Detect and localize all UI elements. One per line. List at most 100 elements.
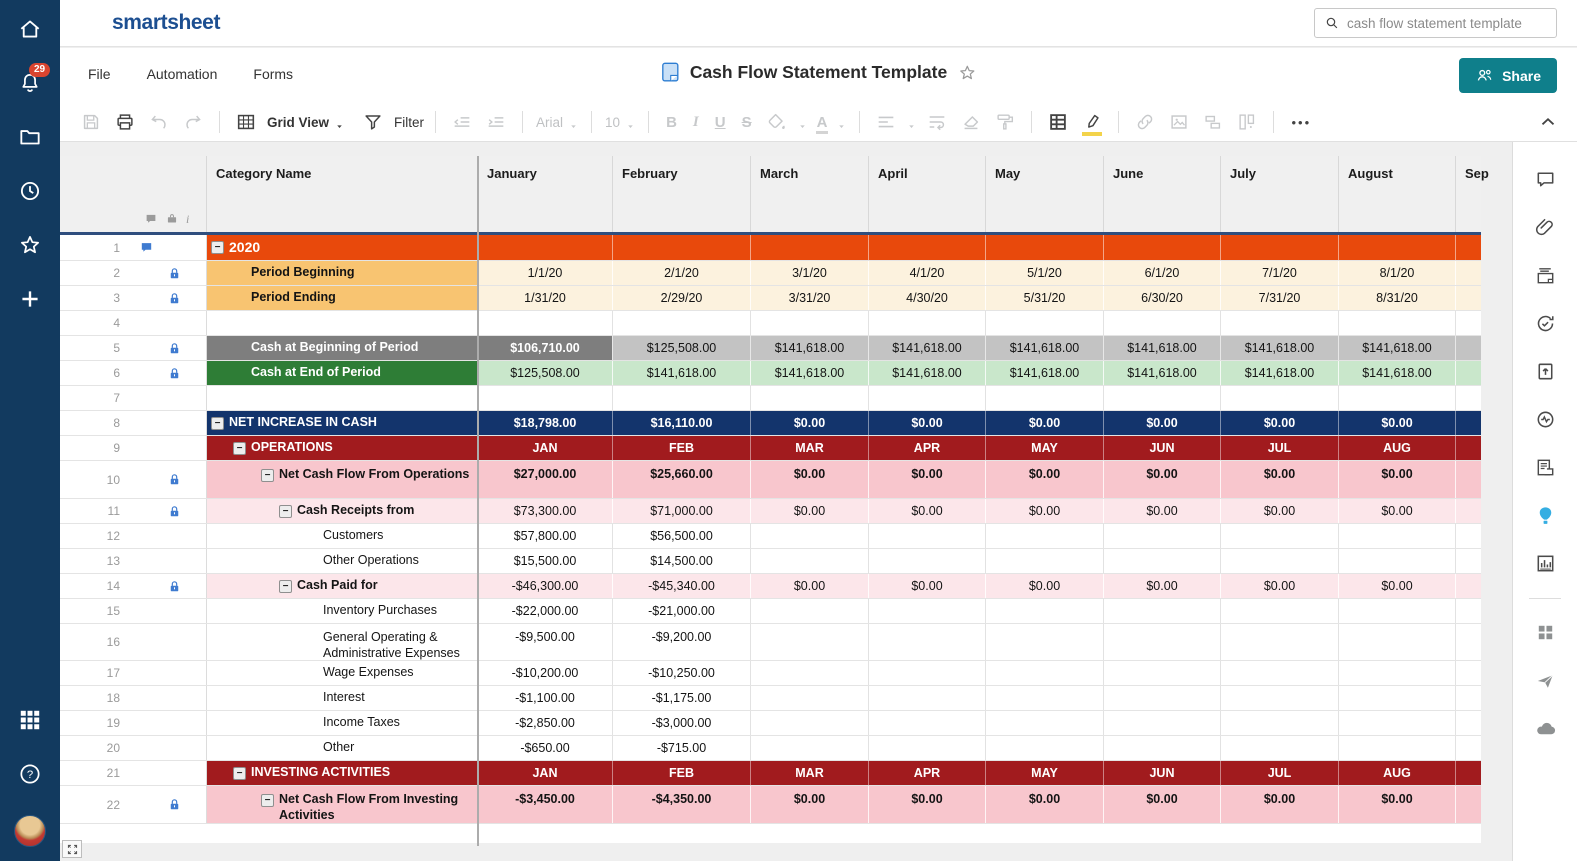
value-cell[interactable]: -$21,000.00 [612, 599, 750, 623]
collapse-toolbar-button[interactable] [1537, 111, 1559, 133]
column-header-july[interactable]: July [1220, 156, 1338, 232]
value-cell[interactable]: $141,618.00 [985, 361, 1103, 385]
align-caret-icon[interactable] [907, 118, 916, 127]
value-cell[interactable]: $141,618.00 [1103, 361, 1220, 385]
home-icon[interactable] [17, 16, 43, 42]
value-cell[interactable] [868, 736, 985, 760]
value-cell[interactable]: $0.00 [985, 786, 1103, 823]
collapse-toggle[interactable]: − [211, 417, 224, 430]
value-cell[interactable] [1103, 599, 1220, 623]
row-comment-icon[interactable] [132, 240, 160, 256]
insert-image-button[interactable] [1168, 111, 1190, 133]
value-cell[interactable]: $141,618.00 [985, 336, 1103, 360]
row-number[interactable]: 8 [60, 416, 132, 430]
value-cell[interactable]: $0.00 [1338, 786, 1455, 823]
value-cell[interactable] [868, 386, 985, 410]
value-cell[interactable]: $125,508.00 [477, 361, 612, 385]
highlight-changes-button[interactable] [1081, 111, 1103, 133]
value-cell[interactable]: $25,660.00 [612, 461, 750, 498]
value-cell[interactable] [1338, 524, 1455, 548]
value-cell[interactable]: $0.00 [750, 461, 868, 498]
row-number[interactable]: 7 [60, 391, 132, 405]
value-cell[interactable] [750, 686, 868, 710]
value-cell[interactable] [750, 386, 868, 410]
category-cell[interactable]: −Net Cash Flow From Operations [206, 461, 477, 498]
value-cell[interactable] [1103, 235, 1220, 260]
search-input[interactable]: cash flow statement template [1314, 8, 1557, 38]
text-color-caret-icon[interactable] [837, 118, 846, 127]
value-cell[interactable]: $15,500.00 [477, 549, 612, 573]
underline-button[interactable]: U [715, 114, 726, 131]
value-cell[interactable] [868, 624, 985, 660]
value-cell[interactable]: $0.00 [1220, 411, 1338, 435]
value-cell[interactable]: $0.00 [868, 461, 985, 498]
value-cell[interactable] [868, 686, 985, 710]
value-cell[interactable]: 1/31/20 [477, 286, 612, 310]
value-cell[interactable] [985, 686, 1103, 710]
value-cell[interactable]: $0.00 [1338, 461, 1455, 498]
menu-forms[interactable]: Forms [253, 66, 293, 82]
column-header-may[interactable]: May [985, 156, 1103, 232]
value-cell[interactable]: -$4,350.00 [612, 786, 750, 823]
column-header-march[interactable]: March [750, 156, 868, 232]
category-cell[interactable]: General Operating & Administrative Expen… [206, 624, 477, 660]
row-number[interactable]: 16 [60, 635, 132, 649]
value-cell[interactable] [1455, 386, 1481, 410]
value-cell[interactable]: 2/29/20 [612, 286, 750, 310]
save-button[interactable] [80, 111, 102, 133]
value-cell[interactable] [985, 549, 1103, 573]
value-cell[interactable]: $0.00 [750, 499, 868, 523]
value-cell[interactable] [1103, 386, 1220, 410]
value-cell[interactable]: 2/1/20 [612, 261, 750, 285]
value-cell[interactable] [1338, 235, 1455, 260]
category-cell[interactable]: −INVESTING ACTIVITIES [206, 761, 477, 785]
value-cell[interactable] [1220, 711, 1338, 735]
value-cell[interactable]: 8/31/20 [1338, 286, 1455, 310]
value-cell[interactable]: 7/31/20 [1220, 286, 1338, 310]
value-cell[interactable]: -$650.00 [477, 736, 612, 760]
row-number[interactable]: 22 [60, 798, 132, 812]
value-cell[interactable]: $0.00 [985, 499, 1103, 523]
apps-grid-icon[interactable] [1534, 621, 1557, 644]
value-cell[interactable]: -$9,500.00 [477, 624, 612, 660]
value-cell[interactable] [1455, 686, 1481, 710]
view-selector[interactable]: Grid View [267, 115, 329, 130]
row-number[interactable]: 12 [60, 529, 132, 543]
row-number[interactable]: 20 [60, 741, 132, 755]
font-family-select[interactable]: Arial [536, 115, 563, 130]
indent-button[interactable] [485, 111, 507, 133]
category-cell[interactable]: Period Beginning [206, 261, 477, 285]
value-cell[interactable]: -$22,000.00 [477, 599, 612, 623]
row-number[interactable]: 18 [60, 691, 132, 705]
value-cell[interactable] [1455, 661, 1481, 685]
value-cell[interactable] [1103, 736, 1220, 760]
value-cell[interactable] [1455, 786, 1481, 823]
row-number[interactable]: 10 [60, 473, 132, 487]
collapse-toggle[interactable]: − [233, 442, 246, 455]
collapse-toggle[interactable]: − [261, 469, 274, 482]
value-cell[interactable]: $141,618.00 [1338, 361, 1455, 385]
undo-button[interactable] [148, 111, 170, 133]
value-cell[interactable]: $0.00 [1338, 574, 1455, 598]
value-cell[interactable]: $0.00 [985, 411, 1103, 435]
text-color-button[interactable]: A [817, 114, 828, 131]
font-caret-icon[interactable] [569, 118, 578, 127]
value-cell[interactable]: $141,618.00 [1220, 336, 1338, 360]
attachment-icon[interactable] [1534, 216, 1557, 239]
value-cell[interactable] [985, 661, 1103, 685]
value-cell[interactable] [868, 599, 985, 623]
value-cell[interactable] [868, 711, 985, 735]
category-cell[interactable]: −Net Cash Flow From Investing Activities [206, 786, 477, 823]
value-cell[interactable]: 4/1/20 [868, 261, 985, 285]
more-options-button[interactable]: ••• [1291, 115, 1311, 130]
category-cell[interactable]: Wage Expenses [206, 661, 477, 685]
value-cell[interactable] [477, 386, 612, 410]
share-button[interactable]: Share [1459, 58, 1557, 93]
value-cell[interactable]: 3/31/20 [750, 286, 868, 310]
strikethrough-button[interactable]: S [742, 114, 752, 131]
comment-column-icon[interactable] [144, 212, 158, 226]
value-cell[interactable]: $0.00 [1220, 786, 1338, 823]
value-cell[interactable] [750, 736, 868, 760]
value-cell[interactable]: $73,300.00 [477, 499, 612, 523]
proofs-icon[interactable] [1534, 264, 1557, 287]
